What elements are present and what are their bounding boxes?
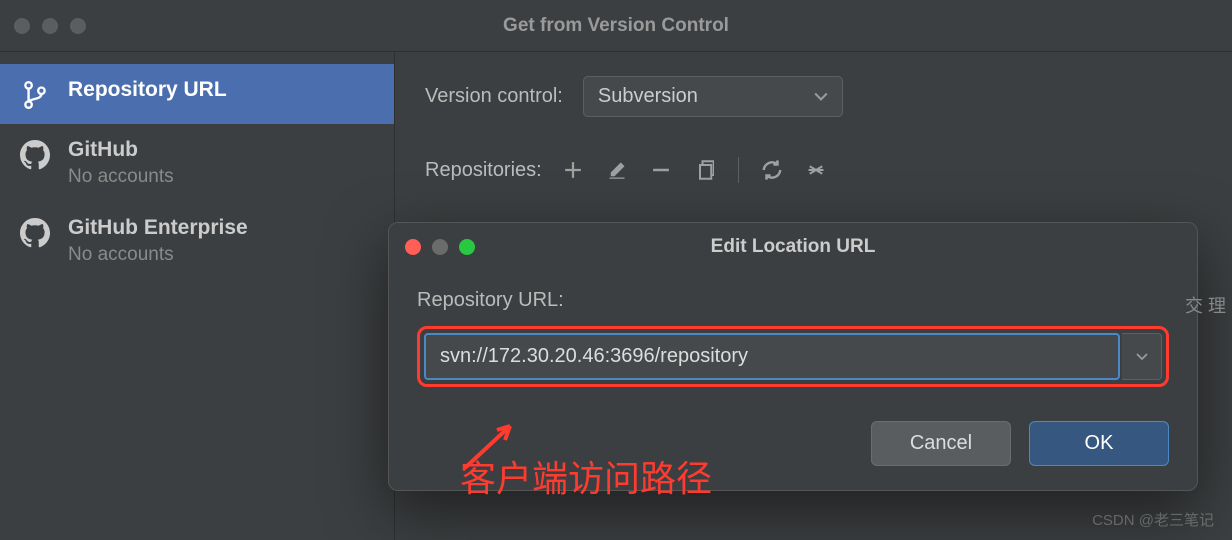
edit-location-dialog: Edit Location URL Repository URL: Cancel…: [388, 222, 1198, 491]
sidebar-item-sub: No accounts: [68, 166, 174, 188]
repositories-row: Repositories:: [425, 157, 1202, 183]
sidebar-item-label: Repository URL: [68, 78, 227, 102]
branch-icon: [20, 80, 50, 110]
repositories-label: Repositories:: [425, 159, 542, 182]
dialog-traffic-lights: [405, 239, 475, 255]
sidebar-item-github[interactable]: GitHub No accounts: [0, 124, 394, 202]
version-control-value: Subversion: [598, 85, 698, 108]
sidebar-item-github-enterprise[interactable]: GitHub Enterprise No accounts: [0, 202, 394, 280]
repository-url-label: Repository URL:: [417, 289, 1169, 312]
version-control-select[interactable]: Subversion: [583, 76, 843, 117]
github-icon: [20, 140, 50, 170]
dialog-titlebar: Edit Location URL: [389, 223, 1197, 271]
edit-icon[interactable]: [606, 159, 628, 181]
collapse-icon[interactable]: [805, 159, 827, 181]
cancel-button[interactable]: Cancel: [871, 421, 1011, 466]
repositories-toolbar: [562, 157, 827, 183]
maximize-dot[interactable]: [459, 239, 475, 255]
cropped-side-text: 交 理: [1185, 290, 1226, 322]
traffic-lights-disabled: [14, 18, 86, 34]
copy-icon[interactable]: [694, 159, 716, 181]
ok-button[interactable]: OK: [1029, 421, 1169, 466]
refresh-icon[interactable]: [761, 159, 783, 181]
dialog-title: Edit Location URL: [711, 236, 876, 258]
dialog-body: Repository URL: Cancel OK: [389, 271, 1197, 490]
url-field-highlight: [417, 326, 1169, 387]
close-dot[interactable]: [405, 239, 421, 255]
main-window-title: Get from Version Control: [503, 15, 729, 37]
github-icon: [20, 218, 50, 248]
version-control-label: Version control:: [425, 85, 563, 108]
add-icon[interactable]: [562, 159, 584, 181]
chevron-down-icon: [814, 85, 828, 108]
repository-url-input[interactable]: [424, 333, 1120, 380]
minimize-dot[interactable]: [42, 18, 58, 34]
version-control-row: Version control: Subversion: [425, 76, 1202, 117]
sidebar: Repository URL GitHub No accounts: [0, 52, 395, 540]
watermark: CSDN @老三笔记: [1092, 509, 1214, 530]
sidebar-item-sub: No accounts: [68, 244, 248, 266]
maximize-dot[interactable]: [70, 18, 86, 34]
url-dropdown-button[interactable]: [1122, 333, 1162, 380]
remove-icon[interactable]: [650, 159, 672, 181]
main-titlebar: Get from Version Control: [0, 0, 1232, 52]
sidebar-item-label: GitHub Enterprise: [68, 216, 248, 240]
sidebar-item-repository-url[interactable]: Repository URL: [0, 64, 394, 124]
sidebar-item-label: GitHub: [68, 138, 174, 162]
minimize-dot[interactable]: [432, 239, 448, 255]
toolbar-separator: [738, 157, 739, 183]
close-dot[interactable]: [14, 18, 30, 34]
dialog-buttons: Cancel OK: [417, 421, 1169, 466]
